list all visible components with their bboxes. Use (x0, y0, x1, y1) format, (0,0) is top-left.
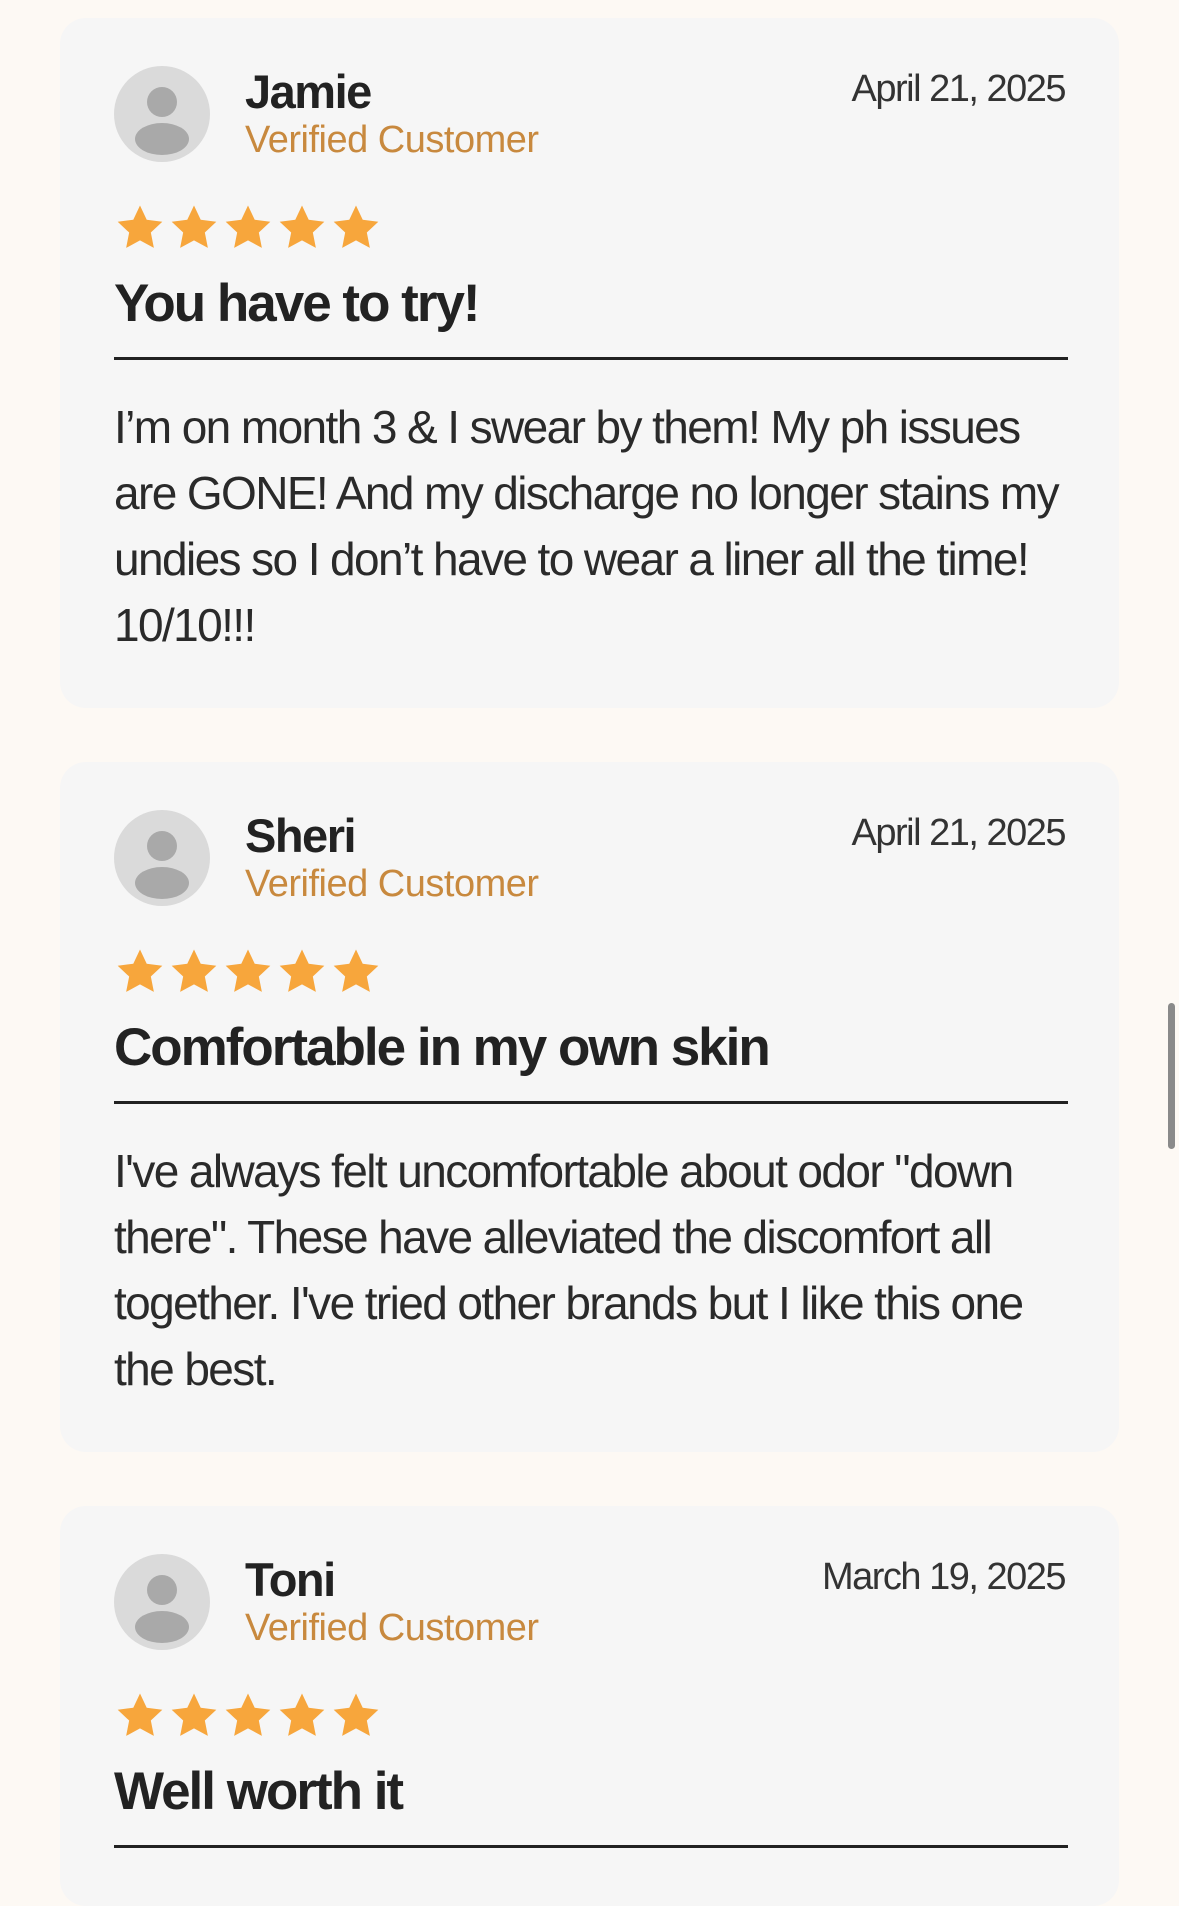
review-body: I've always felt uncomfortable about odo… (114, 1144, 1024, 1395)
reviewer-name: Toni (245, 1552, 336, 1606)
review-header: Sheri Verified Customer April 21, 2025 (114, 808, 1067, 910)
star-icon (276, 1690, 328, 1742)
review-date: April 21, 2025 (851, 68, 1067, 110)
avatar-user-icon (114, 809, 210, 906)
verified-customer-badge: Verified Customer (245, 1606, 539, 1649)
star-icon (168, 202, 220, 254)
star-icon (222, 202, 274, 254)
avatar-user-icon (114, 66, 210, 162)
reviewer-name: Jamie (245, 65, 372, 118)
review-list: Jamie Verified Customer April 21, 2025 Y… (60, 18, 1119, 1906)
star-icon (168, 1690, 220, 1742)
scrollbar-thumb[interactable] (1168, 1003, 1175, 1149)
reviewer-name: Sheri (245, 808, 357, 862)
star-icon (222, 1690, 274, 1742)
review-date: April 21, 2025 (851, 811, 1067, 854)
review-card: Jamie Verified Customer April 21, 2025 Y… (60, 18, 1119, 708)
review-title: Comfortable in my own skin (114, 1017, 771, 1077)
review-header: Toni Verified Customer March 19, 2025 (114, 1552, 1067, 1654)
review-card: Toni Verified Customer March 19, 2025 We… (60, 1505, 1119, 1906)
title-divider (114, 1100, 1068, 1104)
star-icon (222, 946, 274, 998)
star-icon (330, 946, 382, 998)
title-divider (114, 1844, 1068, 1848)
star-icon (276, 202, 328, 254)
review-body: I’m on month 3 & I swear by them! My ph … (114, 400, 1060, 651)
review-card: Sheri Verified Customer April 21, 2025 C… (60, 761, 1119, 1452)
review-header: Jamie Verified Customer April 21, 2025 (114, 65, 1067, 166)
star-rating (114, 946, 1065, 998)
verified-customer-badge: Verified Customer (245, 862, 539, 905)
star-icon (330, 1690, 382, 1742)
star-icon (114, 202, 166, 254)
star-icon (114, 1690, 166, 1742)
title-divider (114, 356, 1068, 360)
review-title: You have to try! (114, 274, 481, 333)
star-icon (114, 946, 166, 998)
star-icon (276, 946, 328, 998)
verified-customer-badge: Verified Customer (245, 119, 539, 161)
review-title: Well worth it (114, 1761, 404, 1821)
star-rating (114, 1690, 1065, 1742)
avatar-user-icon (114, 1553, 210, 1650)
star-icon (330, 202, 382, 254)
star-icon (168, 946, 220, 998)
review-date: March 19, 2025 (821, 1555, 1067, 1598)
star-rating (114, 202, 1065, 254)
